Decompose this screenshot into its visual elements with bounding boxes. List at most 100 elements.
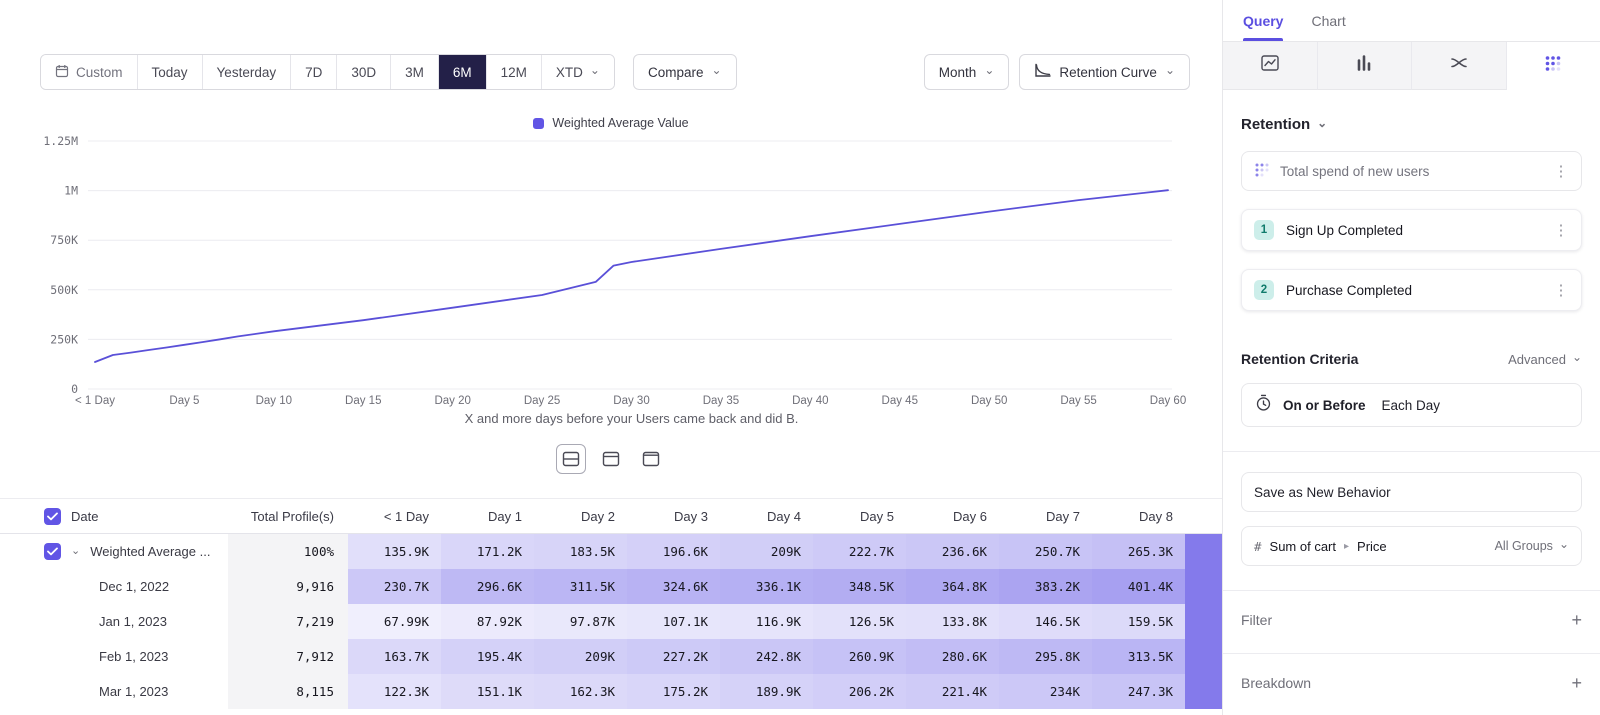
retention-value-cell[interactable]: 107.1K [627, 604, 720, 639]
row-date-cell[interactable]: Dec 1, 2022 [0, 569, 228, 604]
retention-value-cell[interactable]: 348.5K [813, 569, 906, 604]
retention-curve-line[interactable] [95, 190, 1168, 362]
day-column-header[interactable]: Day 7 [999, 499, 1092, 533]
row-checkbox[interactable] [44, 508, 61, 525]
add-breakdown-button[interactable]: + [1571, 674, 1582, 692]
retention-value-cell[interactable]: 97.87K [534, 604, 627, 639]
retention-value-cell[interactable]: 87.92K [441, 604, 534, 639]
total-profiles-cell[interactable]: 8,115 [228, 674, 348, 709]
total-profiles-cell[interactable]: 100% [228, 534, 348, 569]
retention-value-cell[interactable]: 265.3K [1092, 534, 1185, 569]
step-row-1[interactable]: 1 Sign Up Completed ⋮ [1241, 209, 1582, 251]
retention-value-cell[interactable]: 122.3K [348, 674, 441, 709]
report-type-retention[interactable] [1507, 42, 1600, 90]
group-scope-dropdown[interactable]: All Groups ⌄ [1495, 539, 1569, 553]
retention-value-cell[interactable]: 242.8K [720, 639, 813, 674]
range-button-yesterday[interactable]: Yesterday [203, 55, 292, 89]
range-button-7d[interactable]: 7D [291, 55, 337, 89]
day-column-header[interactable]: Day 6 [906, 499, 999, 533]
retention-value-cell[interactable]: 209K [534, 639, 627, 674]
behavior-header[interactable]: Total spend of new users ⋮ [1241, 151, 1582, 191]
add-filter-button[interactable]: + [1571, 611, 1582, 629]
kebab-menu-icon[interactable]: ⋮ [1553, 162, 1569, 180]
retention-value-cell[interactable]: 247.3K [1092, 674, 1185, 709]
compare-button[interactable]: Compare ⌄ [633, 54, 737, 90]
retention-value-cell[interactable]: 183.5K [534, 534, 627, 569]
row-date-cell[interactable]: Feb 1, 2023 [0, 639, 228, 674]
range-button-custom[interactable]: Custom [41, 55, 138, 89]
density-toggle-header-row[interactable] [596, 444, 626, 474]
row-date-cell[interactable]: Mar 1, 2023 [0, 674, 228, 709]
criteria-mode-dropdown[interactable]: Advanced ⌄ [1508, 352, 1582, 367]
day-column-header[interactable]: Day 1 [441, 499, 534, 533]
retention-value-cell[interactable]: 313.5K [1092, 639, 1185, 674]
retention-value-cell[interactable]: 195.4K [441, 639, 534, 674]
retention-value-cell[interactable]: 116.9K [720, 604, 813, 639]
row-checkbox[interactable] [44, 543, 61, 560]
retention-value-cell[interactable]: 227.2K [627, 639, 720, 674]
day-column-header[interactable]: Day 5 [813, 499, 906, 533]
retention-value-cell[interactable]: 230.7K [348, 569, 441, 604]
date-column-header[interactable]: Date [0, 499, 228, 533]
day-column-header[interactable]: Day 3 [627, 499, 720, 533]
granularity-button[interactable]: Month ⌄ [924, 54, 1010, 90]
retention-value-cell[interactable]: 295.8K [999, 639, 1092, 674]
day-column-header[interactable]: < 1 Day [348, 499, 441, 533]
report-type-insights[interactable] [1223, 42, 1318, 90]
retention-value-cell[interactable]: 401.4K [1092, 569, 1185, 604]
total-profiles-cell[interactable]: 7,219 [228, 604, 348, 639]
retention-value-cell[interactable]: 162.3K [534, 674, 627, 709]
range-button-12m[interactable]: 12M [487, 55, 542, 89]
day-column-header[interactable]: Day 4 [720, 499, 813, 533]
retention-value-cell[interactable]: 209K [720, 534, 813, 569]
save-as-new-behavior-button[interactable]: Save as New Behavior [1241, 472, 1582, 512]
retention-value-cell[interactable]: 222.7K [813, 534, 906, 569]
retention-value-cell[interactable]: 163.7K [348, 639, 441, 674]
retention-value-cell[interactable]: 311.5K [534, 569, 627, 604]
retention-value-cell[interactable]: 189.9K [720, 674, 813, 709]
retention-value-cell[interactable]: 196.6K [627, 534, 720, 569]
step-row-2[interactable]: 2 Purchase Completed ⋮ [1241, 269, 1582, 311]
retention-value-cell[interactable]: 126.5K [813, 604, 906, 639]
retention-value-cell[interactable]: 236.6K [906, 534, 999, 569]
retention-value-cell[interactable]: 133.8K [906, 604, 999, 639]
report-type-funnels[interactable] [1318, 42, 1413, 90]
kebab-menu-icon[interactable]: ⋮ [1553, 221, 1569, 239]
range-button-30d[interactable]: 30D [337, 55, 391, 89]
condition-operator[interactable]: On or Before [1283, 398, 1366, 413]
retention-value-cell[interactable]: 364.8K [906, 569, 999, 604]
retention-value-cell[interactable]: 159.5K [1092, 604, 1185, 639]
row-date-cell[interactable]: ⌄Weighted Average ... [0, 534, 228, 569]
retention-value-cell[interactable]: 146.5K [999, 604, 1092, 639]
retention-section-title[interactable]: Retention ⌄ [1241, 116, 1582, 133]
range-button-3m[interactable]: 3M [391, 55, 439, 89]
chart-type-button[interactable]: Retention Curve ⌄ [1019, 54, 1190, 90]
retention-value-cell[interactable]: 151.1K [441, 674, 534, 709]
expand-chevron-icon[interactable]: ⌄ [71, 546, 80, 557]
retention-condition-row[interactable]: On or Before Each Day [1241, 383, 1582, 427]
retention-value-cell[interactable]: 234K [999, 674, 1092, 709]
retention-value-cell[interactable]: 336.1K [720, 569, 813, 604]
retention-value-cell[interactable]: 280.6K [906, 639, 999, 674]
kebab-menu-icon[interactable]: ⋮ [1553, 281, 1569, 299]
retention-value-cell[interactable]: 135.9K [348, 534, 441, 569]
day-column-header[interactable]: Day 8 [1092, 499, 1185, 533]
density-toggle-compact[interactable] [636, 444, 666, 474]
retention-value-cell[interactable]: 383.2K [999, 569, 1092, 604]
row-date-cell[interactable]: Jan 1, 2023 [0, 604, 228, 639]
report-type-flows[interactable] [1412, 42, 1507, 90]
retention-value-cell[interactable]: 171.2K [441, 534, 534, 569]
condition-value[interactable]: Each Day [1382, 398, 1441, 413]
retention-value-cell[interactable]: 67.99K [348, 604, 441, 639]
retention-value-cell[interactable]: 206.2K [813, 674, 906, 709]
day-column-header[interactable]: Day 2 [534, 499, 627, 533]
retention-value-cell[interactable]: 296.6K [441, 569, 534, 604]
total-profiles-cell[interactable]: 9,916 [228, 569, 348, 604]
range-button-xtd[interactable]: XTD⌄ [542, 55, 614, 89]
retention-value-cell[interactable]: 260.9K [813, 639, 906, 674]
total-profiles-cell[interactable]: 7,912 [228, 639, 348, 674]
retention-value-cell[interactable]: 250.7K [999, 534, 1092, 569]
total-column-header[interactable]: Total Profile(s) [228, 499, 348, 533]
retention-value-cell[interactable]: 221.4K [906, 674, 999, 709]
range-button-6m[interactable]: 6M [439, 55, 487, 89]
